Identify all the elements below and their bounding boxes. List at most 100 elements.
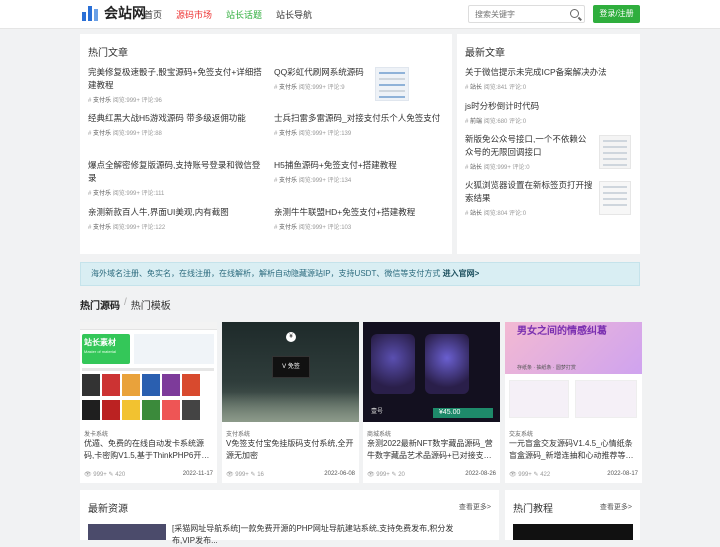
article-title[interactable]: 亲测牛牛联盟HD+免签支付+搭建教程 <box>274 206 444 219</box>
search-icon[interactable] <box>570 9 579 18</box>
card-category[interactable]: 商城系统 <box>367 429 391 438</box>
article-item[interactable]: 经典红黑大战H5游戏源码 带多级返佣功能 # 支付乐 阅览:999+ 评论:88 <box>88 112 268 137</box>
card-views: 999+ <box>235 472 249 478</box>
latest-resources-more[interactable]: 查看更多> <box>459 502 491 512</box>
card-image-price: ¥45.00 <box>433 408 493 418</box>
source-tabs: 热门源码 / 热门模板 <box>80 297 171 312</box>
article-item[interactable]: 亲测新款百人牛,界面UI美观,内有截图 # 支付乐 阅览:999+ 评论:122 <box>88 206 268 231</box>
article-author: 站长 <box>470 85 483 91</box>
card-image-label: 壹号 <box>371 409 384 415</box>
card-category[interactable]: 支付系统 <box>226 429 250 438</box>
article-title[interactable]: 士兵扫雷多雷源码_对接支付乐个人免签支付 <box>274 112 444 125</box>
nav-webmaster-guide[interactable]: 站长导航 <box>276 8 312 21</box>
resource-thumbnail[interactable] <box>88 524 166 540</box>
search-box <box>468 5 585 23</box>
nav-source-market[interactable]: 源码市场 <box>176 8 212 21</box>
article-item[interactable]: 火狐浏览器设置在新标签页打开搜索结果 # 站长 阅览:804 评论:0 <box>465 179 593 217</box>
article-item[interactable]: 完美修复极速骰子,骰宝源码+免签支付+详细搭建教程 # 支付乐 阅览:999+ … <box>88 66 268 104</box>
article-title[interactable]: 关于微信提示未完成ICP备案解决办法 <box>465 66 635 79</box>
card-thumbnail[interactable]: 站长素材 Master of material <box>80 322 217 422</box>
article-item[interactable]: 新版免公众号接口,一个不依赖公众号的无限回调接口 # 站长 阅览:999+ 评论… <box>465 133 593 171</box>
nav-home[interactable]: 首页 <box>144 8 162 21</box>
card-title[interactable]: 一元盲盒交友源码V1.4.5_心情纸条盲盒源码_新增连抽和心动推荐等… <box>509 438 638 462</box>
article-author: 支付乐 <box>93 131 112 137</box>
tutorial-thumbnail[interactable] <box>513 524 633 540</box>
tab-hot-template[interactable]: 热门模板 <box>131 297 171 312</box>
article-item[interactable]: 亲测牛牛联盟HD+免签支付+搭建教程 # 支付乐 阅览:999+ 评论:103 <box>274 206 444 231</box>
search-input[interactable] <box>469 6 564 23</box>
article-meta: 阅览:999+ 评论:88 <box>112 131 162 137</box>
card-category[interactable]: 发卡系统 <box>84 429 108 438</box>
card-image-sub: 存纸条 · 抽纸条 · 圆梦打赏 <box>517 365 576 371</box>
latest-articles-panel: 最新文章 关于微信提示未完成ICP备案解决办法 # 站长 阅览:841 评论:0… <box>457 34 640 254</box>
article-title[interactable]: QQ彩虹代刷网系统源码 <box>274 66 374 79</box>
article-title[interactable]: 经典红黑大战H5游戏源码 带多级返佣功能 <box>88 112 268 125</box>
article-author: 支付乐 <box>279 131 298 137</box>
nav-webmaster-topics[interactable]: 站长话题 <box>226 8 262 21</box>
card-category[interactable]: 交友系统 <box>509 429 533 438</box>
card-comments: 20 <box>398 472 405 478</box>
hot-tutorials-panel: 热门教程 查看更多> <box>505 490 640 540</box>
card-thumbnail[interactable]: 壹号 ¥45.00 <box>363 322 500 422</box>
card-thumbnail[interactable]: ¥ V 免签 <box>222 322 359 422</box>
hot-tutorials-title: 热门教程 <box>513 504 553 515</box>
article-title[interactable]: 完美修复极速骰子,骰宝源码+免签支付+详细搭建教程 <box>88 66 268 92</box>
tab-separator: / <box>124 297 127 308</box>
card-image-label: 男女之间的情感纠葛 <box>517 326 607 337</box>
article-item[interactable]: 关于微信提示未完成ICP备案解决办法 # 站长 阅览:841 评论:0 <box>465 66 635 91</box>
latest-resources-panel: 最新资源 查看更多> [采猫网址导航系统]一款免费开源的PHP网址导航建站系统,… <box>80 490 499 545</box>
article-author: 支付乐 <box>93 98 112 104</box>
tab-hot-source[interactable]: 热门源码 <box>80 297 120 312</box>
article-title[interactable]: js时分秒倒计时代码 <box>465 100 635 113</box>
card-comments: 422 <box>540 472 551 478</box>
article-author: 站长 <box>470 165 483 171</box>
login-register-button[interactable]: 登录/注册 <box>593 5 640 23</box>
banner-link[interactable]: 进入官网> <box>443 269 480 278</box>
article-meta: 阅览:999+ 评论:111 <box>112 191 165 197</box>
promo-banner[interactable]: 海外域名注册、免实名，在线注册，在线解析，解析自动隐藏源站IP，支持USDT、微… <box>80 262 640 286</box>
article-thumbnail[interactable] <box>599 181 631 215</box>
card-comments: 16 <box>257 472 264 478</box>
source-card[interactable]: 站长素材 Master of material 发卡系统 优遁、免费的在线自动发… <box>80 322 217 483</box>
article-author: 站长 <box>470 211 483 217</box>
article-title[interactable]: 亲测新款百人牛,界面UI美观,内有截图 <box>88 206 268 219</box>
card-date: 2022-08-26 <box>465 471 496 477</box>
source-card[interactable]: 男女之间的情感纠葛 存纸条 · 抽纸条 · 圆梦打赏 交友系统 一元盲盒交友源码… <box>505 322 642 483</box>
card-thumbnail[interactable]: 男女之间的情感纠葛 存纸条 · 抽纸条 · 圆梦打赏 <box>505 322 642 422</box>
article-thumbnail[interactable] <box>599 135 631 169</box>
article-item[interactable]: 爆点全解密修复版源码,支持账号登录和微信登录 # 支付乐 阅览:999+ 评论:… <box>88 159 268 197</box>
resource-title[interactable]: [采猫网址导航系统]一款免费开源的PHP网址导航建站系统,支持免费发布,积分发布… <box>172 523 472 547</box>
card-views: 999+ <box>518 472 532 478</box>
article-title[interactable]: 新版免公众号接口,一个不依赖公众号的无限回调接口 <box>465 133 593 159</box>
site-logo[interactable]: 会站网 <box>82 5 146 21</box>
card-comments: 420 <box>115 472 126 478</box>
article-thumbnail[interactable] <box>375 67 409 101</box>
article-title[interactable]: 火狐浏览器设置在新标签页打开搜索结果 <box>465 179 593 205</box>
article-item[interactable]: H5捕鱼源码+免签支付+搭建教程 # 支付乐 阅览:999+ 评论:134 <box>274 159 444 184</box>
article-meta: 阅览:680 评论:0 <box>483 119 527 125</box>
card-title[interactable]: 优遁、免费的在线自动发卡系统源码,卡密购V1.5,基于ThinkPHP6开… <box>84 438 213 462</box>
article-item[interactable]: QQ彩虹代刷网系统源码 # 支付乐 阅览:999+ 评论:9 <box>274 66 374 91</box>
article-author: 支付乐 <box>279 225 298 231</box>
source-card[interactable]: 壹号 ¥45.00 商城系统 亲测2022最新NFT数字藏品源码_营牛数字藏品艺… <box>363 322 500 483</box>
banner-text: 海外域名注册、免实名，在线注册，在线解析，解析自动隐藏源站IP，支持USDT、微… <box>91 269 441 278</box>
article-meta: 阅览:999+ 评论:9 <box>298 85 345 91</box>
article-meta: 阅览:999+ 评论:122 <box>112 225 166 231</box>
article-meta: 阅览:804 评论:0 <box>483 211 527 217</box>
logo-text: 会站网 <box>104 5 146 21</box>
card-title[interactable]: 亲测2022最新NFT数字藏品源码_营牛数字藏品艺术品源码+已对接支… <box>367 438 496 462</box>
hot-articles-panel: 热门文章 完美修复极速骰子,骰宝源码+免签支付+详细搭建教程 # 支付乐 阅览:… <box>80 34 452 254</box>
source-card[interactable]: ¥ V 免签 支付系统 V免签支付宝免挂版码支付系统,全开源无加密 👁 999+… <box>222 322 359 483</box>
card-date: 2022-08-17 <box>607 471 638 477</box>
article-item[interactable]: 士兵扫雷多雷源码_对接支付乐个人免签支付 # 支付乐 阅览:999+ 评论:13… <box>274 112 444 137</box>
article-meta: 阅览:999+ 评论:96 <box>112 98 162 104</box>
article-title[interactable]: H5捕鱼源码+免签支付+搭建教程 <box>274 159 444 172</box>
article-item[interactable]: js时分秒倒计时代码 # 前端 阅览:680 评论:0 <box>465 100 635 125</box>
article-title[interactable]: 爆点全解密修复版源码,支持账号登录和微信登录 <box>88 159 268 185</box>
article-meta: 阅览:999+ 评论:134 <box>298 178 352 184</box>
card-date: 2022-06-08 <box>324 471 355 477</box>
card-title[interactable]: V免签支付宝免挂版码支付系统,全开源无加密 <box>226 438 355 462</box>
article-author: 前端 <box>470 119 483 125</box>
hot-tutorials-more[interactable]: 查看更多> <box>600 502 632 512</box>
article-author: 支付乐 <box>93 225 112 231</box>
